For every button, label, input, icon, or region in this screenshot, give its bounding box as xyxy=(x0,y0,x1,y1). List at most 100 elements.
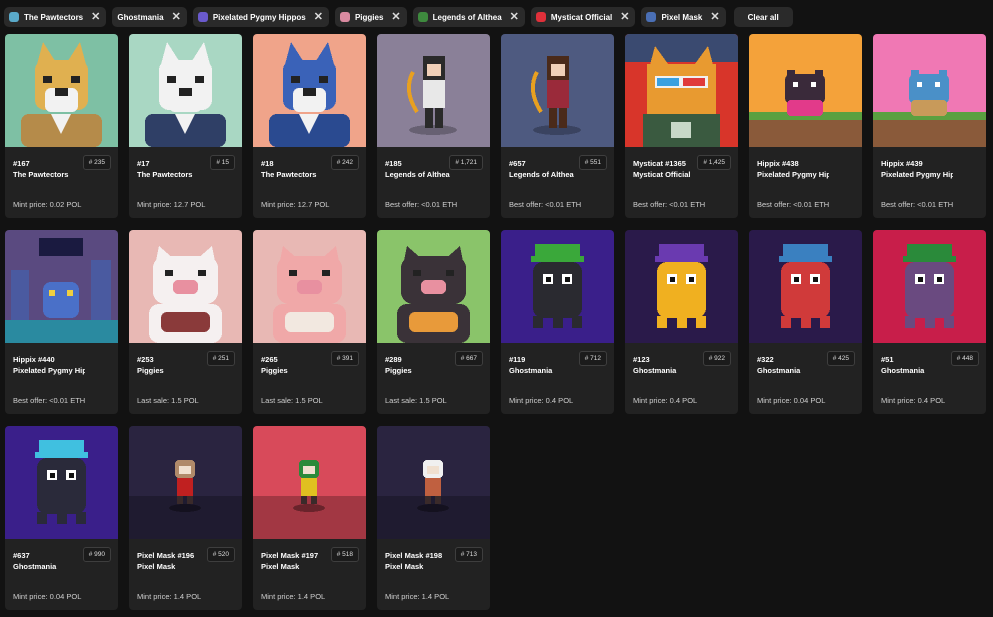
nft-card[interactable]: #185 Legends of Althea # 1,721 Best offer: … xyxy=(377,34,490,218)
filter-chip-the-pawtectors[interactable]: The Pawtectors ✕ xyxy=(4,7,107,27)
filter-chip-legends-of-althea[interactable]: Legends of Althea ✕ xyxy=(412,7,525,27)
filter-chip-ghostmania[interactable]: Ghostmania ✕ xyxy=(112,7,187,27)
nft-name: Pixel Mask #197 xyxy=(261,551,319,560)
collection-name: The Pawtectors xyxy=(13,170,69,179)
collection-name: Pixelated Pygmy Hip... xyxy=(757,170,829,179)
filter-chip-label: Ghostmania xyxy=(117,12,164,22)
collection-name: Piggies xyxy=(137,366,164,375)
nft-image xyxy=(625,230,738,343)
nft-name: #123 xyxy=(633,355,650,364)
rarity-rank-badge: # 520 xyxy=(206,547,235,562)
collection-filter-bar: The Pawtectors ✕ Ghostmania ✕ Pixelated Pygm… xyxy=(4,6,793,28)
nft-name: Hippix #438 xyxy=(757,159,799,168)
collection-name: The Pawtectors xyxy=(137,170,193,179)
nft-name: Mysticat #1365 xyxy=(633,159,686,168)
nft-name: #322 xyxy=(757,355,774,364)
nft-card[interactable]: Pixel Mask #198 Pixel Mask # 713 Mint price… xyxy=(377,426,490,610)
nft-name: #657 xyxy=(509,159,526,168)
nft-card[interactable]: Hippix #440 Pixelated Pygmy Hip... Best of… xyxy=(5,230,118,414)
nft-card-info: #185 Legends of Althea # 1,721 Best offer: … xyxy=(377,147,490,218)
nft-image xyxy=(377,230,490,343)
clear-all-button[interactable]: Clear all xyxy=(733,7,793,27)
nft-name: #18 xyxy=(261,159,274,168)
nft-image xyxy=(129,426,242,539)
nft-image xyxy=(5,426,118,539)
collection-name: Legends of Althea xyxy=(385,170,450,179)
rarity-rank-badge: # 425 xyxy=(826,351,855,366)
filter-chip-mysticat-official[interactable]: Mysticat Official ✕ xyxy=(530,7,636,27)
filter-chip-label: Mysticat Official xyxy=(550,12,613,22)
close-icon[interactable]: ✕ xyxy=(510,11,519,23)
nft-card[interactable]: Hippix #438 Pixelated Pygmy Hip... Best of… xyxy=(749,34,862,218)
filter-chip-label: Piggies xyxy=(354,12,384,22)
filter-chip-pixelated-pygmy-hippos[interactable]: Pixelated Pygmy Hippos ✕ xyxy=(192,7,329,27)
nft-card-info: #322 Ghostmania # 425 Mint price: 0.04 POL xyxy=(749,343,862,414)
close-icon[interactable]: ✕ xyxy=(391,11,400,23)
filter-chip-label: Pixelated Pygmy Hippos xyxy=(212,12,306,22)
rarity-rank-badge: # 448 xyxy=(950,351,979,366)
nft-card[interactable]: #119 Ghostmania # 712 Mint price: 0.4 POL xyxy=(501,230,614,414)
price-label: Best offer: <0.01 ETH xyxy=(13,396,86,405)
collection-name: Ghostmania xyxy=(13,562,57,571)
nft-card[interactable]: #657 Legends of Althea # 551 Best offer: <0… xyxy=(501,34,614,218)
rarity-rank-badge: # 551 xyxy=(578,155,607,170)
close-icon[interactable]: ✕ xyxy=(620,11,629,23)
nft-card[interactable]: #265 Piggies # 391 Last sale: 1.5 POL xyxy=(253,230,366,414)
nft-card[interactable]: Pixel Mask #196 Pixel Mask # 520 Mint price… xyxy=(129,426,242,610)
pawtectors-icon xyxy=(9,12,19,22)
nft-card[interactable]: Hippix #439 Pixelated Pygmy Hip... Best of… xyxy=(873,34,986,218)
nft-image xyxy=(253,34,366,147)
nft-card[interactable]: #167 The Pawtectors # 235 Mint price: 0.02 … xyxy=(5,34,118,218)
nft-card[interactable]: Pixel Mask #197 Pixel Mask # 518 Mint price… xyxy=(253,426,366,610)
nft-card[interactable]: #18 The Pawtectors # 242 Mint price: 12.7 P… xyxy=(253,34,366,218)
nft-image xyxy=(749,34,862,147)
nft-card-info: #123 Ghostmania # 922 Mint price: 0.4 POL xyxy=(625,343,738,414)
price-label: Mint price: 0.04 POL xyxy=(13,592,82,601)
close-icon[interactable]: ✕ xyxy=(172,11,181,23)
nft-card[interactable]: #17 The Pawtectors # 15 Mint price: 12.7 PO… xyxy=(129,34,242,218)
nft-name: #265 xyxy=(261,355,278,364)
nft-card-info: #119 Ghostmania # 712 Mint price: 0.4 POL xyxy=(501,343,614,414)
rarity-rank-badge: # 1,425 xyxy=(697,155,731,170)
nft-card-info: Mysticat #1365 Mysticat Official # 1,425 Be… xyxy=(625,147,738,218)
close-icon[interactable]: ✕ xyxy=(314,11,323,23)
filter-chip-label: The Pawtectors xyxy=(24,12,84,22)
price-label: Mint price: 1.4 POL xyxy=(261,592,326,601)
rarity-rank-badge: # 712 xyxy=(578,351,607,366)
rarity-rank-badge: # 391 xyxy=(330,351,359,366)
rarity-rank-badge: # 15 xyxy=(210,155,235,170)
nft-card-info: #167 The Pawtectors # 235 Mint price: 0.02 … xyxy=(5,147,118,218)
nft-card[interactable]: Mysticat #1365 Mysticat Official # 1,425 Be… xyxy=(625,34,738,218)
rarity-rank-badge: # 251 xyxy=(206,351,235,366)
nft-name: #119 xyxy=(509,355,526,364)
nft-name: #637 xyxy=(13,551,30,560)
price-label: Mint price: 12.7 POL xyxy=(261,200,330,209)
nft-card[interactable]: #637 Ghostmania # 990 Mint price: 0.04 POL xyxy=(5,426,118,610)
close-icon[interactable]: ✕ xyxy=(91,11,100,23)
nft-name: #253 xyxy=(137,355,154,364)
nft-image xyxy=(5,230,118,343)
price-label: Best offer: <0.01 ETH xyxy=(633,200,706,209)
price-label: Best offer: <0.01 ETH xyxy=(757,200,830,209)
nft-card[interactable]: #289 Piggies # 667 Last sale: 1.5 POL xyxy=(377,230,490,414)
filter-chip-pixel-mask[interactable]: Pixel Mask ✕ xyxy=(641,7,726,27)
price-label: Best offer: <0.01 ETH xyxy=(509,200,582,209)
nft-card[interactable]: #123 Ghostmania # 922 Mint price: 0.4 POL xyxy=(625,230,738,414)
price-label: Last sale: 1.5 POL xyxy=(261,396,323,405)
close-icon[interactable]: ✕ xyxy=(710,11,719,23)
nft-grid: #167 The Pawtectors # 235 Mint price: 0.02 … xyxy=(5,34,986,610)
nft-image xyxy=(5,34,118,147)
nft-image xyxy=(749,230,862,343)
collection-name: Ghostmania xyxy=(509,366,553,375)
price-label: Mint price: 0.4 POL xyxy=(633,396,698,405)
nft-card[interactable]: #253 Piggies # 251 Last sale: 1.5 POL xyxy=(129,230,242,414)
nft-card-info: Hippix #440 Pixelated Pygmy Hip... Best of… xyxy=(5,343,118,414)
nft-image xyxy=(129,34,242,147)
price-label: Mint price: 0.4 POL xyxy=(509,396,574,405)
nft-card[interactable]: #51 Ghostmania # 448 Mint price: 0.4 POL xyxy=(873,230,986,414)
collection-name: Piggies xyxy=(261,366,288,375)
nft-image xyxy=(377,34,490,147)
filter-chip-piggies[interactable]: Piggies ✕ xyxy=(334,7,407,27)
price-label: Mint price: 1.4 POL xyxy=(137,592,202,601)
nft-card[interactable]: #322 Ghostmania # 425 Mint price: 0.04 POL xyxy=(749,230,862,414)
